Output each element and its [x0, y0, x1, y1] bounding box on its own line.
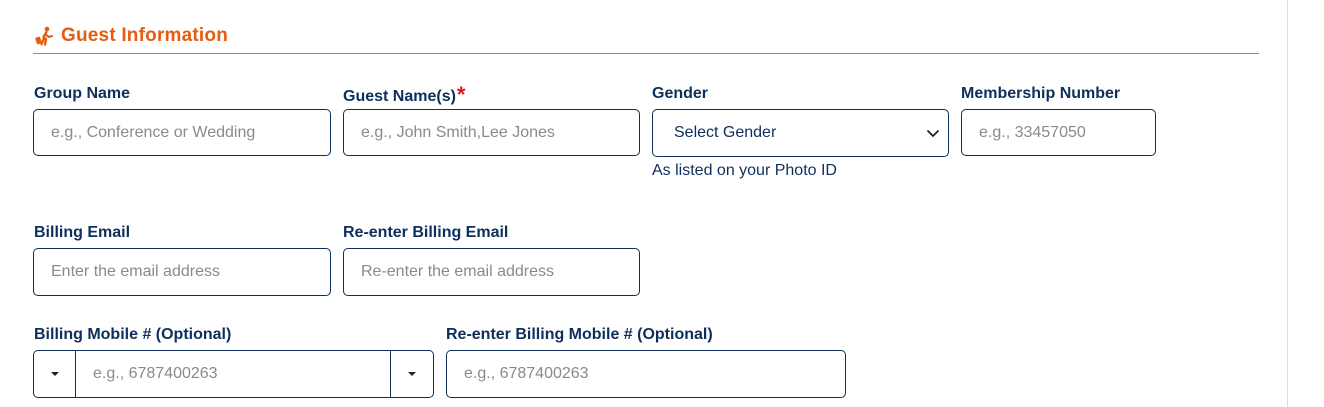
caret-down-icon — [408, 372, 416, 376]
caret-down-icon — [50, 372, 59, 376]
reenter-billing-email-label: Re-enter Billing Email — [343, 224, 509, 241]
gender-select[interactable]: Select Gender — [652, 109, 949, 157]
reenter-billing-mobile-input[interactable] — [446, 350, 846, 398]
section-title: Guest Information — [61, 25, 229, 46]
reenter-billing-mobile-label: Re-enter Billing Mobile # (Optional) — [446, 326, 713, 343]
membership-number-label: Membership Number — [961, 85, 1121, 102]
chevron-down-icon — [925, 125, 941, 141]
traveler-luggage-icon — [33, 25, 55, 47]
group-name-label: Group Name — [34, 85, 131, 102]
billing-mobile-label: Billing Mobile # (Optional) — [34, 326, 232, 343]
billing-mobile-field — [33, 350, 434, 398]
reenter-billing-email-input[interactable] — [343, 248, 640, 296]
guest-names-label-text: Guest Name(s) — [343, 88, 456, 105]
required-asterisk: * — [456, 82, 466, 107]
membership-number-input[interactable] — [961, 109, 1156, 156]
billing-mobile-input[interactable] — [76, 351, 390, 397]
billing-email-input[interactable] — [33, 248, 331, 296]
gender-select-value: Select Gender — [674, 124, 777, 141]
gender-label: Gender — [652, 85, 709, 102]
page-right-border — [1287, 0, 1288, 407]
gender-helper-text: As listed on your Photo ID — [652, 162, 837, 179]
guest-names-label: Guest Name(s)* — [343, 84, 465, 107]
billing-email-label: Billing Email — [34, 224, 131, 241]
country-code-dropdown[interactable] — [34, 351, 76, 397]
guest-names-input[interactable] — [343, 109, 640, 156]
section-header: Guest Information — [33, 24, 1259, 54]
group-name-input[interactable] — [33, 109, 331, 156]
phone-type-dropdown[interactable] — [390, 351, 433, 397]
